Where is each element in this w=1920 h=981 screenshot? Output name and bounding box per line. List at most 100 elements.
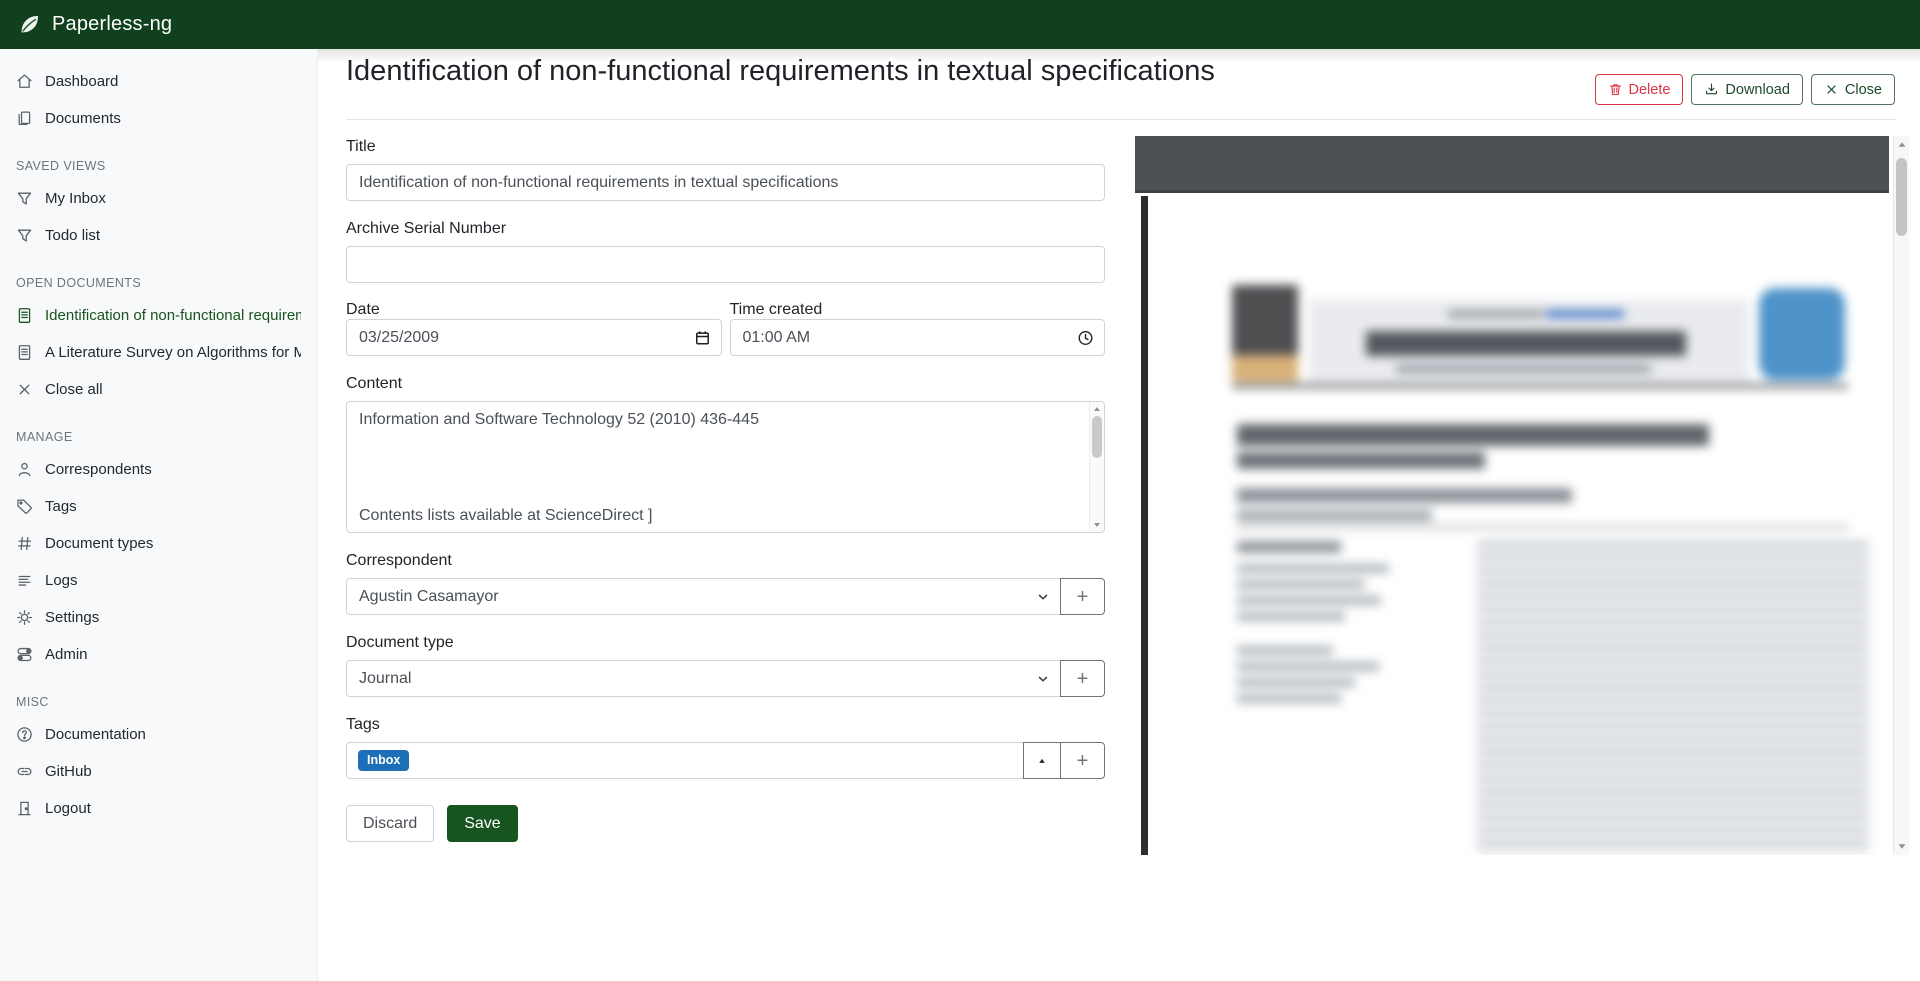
- download-button[interactable]: Download: [1691, 74, 1803, 105]
- delete-button[interactable]: Delete: [1595, 74, 1684, 105]
- question-icon: [16, 726, 33, 743]
- title-divider: [346, 119, 1896, 120]
- preview-page: [1141, 196, 1883, 855]
- sidebar-item-label: Identification of non-functional require…: [45, 307, 301, 324]
- sidebar-item-tags[interactable]: Tags: [0, 488, 317, 525]
- document-actions: Delete Download Close: [1595, 74, 1896, 105]
- sidebar-item-label: Tags: [45, 498, 77, 515]
- sidebar-item-label: Todo list: [45, 227, 100, 244]
- date-field-group: Date: [346, 301, 722, 356]
- sidebar-item-label: Dashboard: [45, 73, 118, 90]
- sidebar-item-correspondents[interactable]: Correspondents: [0, 451, 317, 488]
- scroll-up-icon[interactable]: [1897, 141, 1906, 148]
- sidebar-item-logout[interactable]: Logout: [0, 790, 317, 827]
- sidebar-item-todo-list[interactable]: Todo list: [0, 217, 317, 254]
- discard-button[interactable]: Discard: [346, 805, 434, 842]
- scroll-up-icon[interactable]: [1093, 406, 1101, 412]
- chevron-down-icon: [1036, 590, 1050, 604]
- content-textarea[interactable]: Information and Software Technology 52 (…: [346, 401, 1105, 533]
- tags-label: Tags: [346, 715, 1105, 734]
- sidebar-item-github[interactable]: GitHub: [0, 753, 317, 790]
- close-icon: [16, 381, 33, 398]
- tags-input[interactable]: Inbox: [346, 742, 1024, 779]
- sidebar-item-document-types[interactable]: Document types: [0, 525, 317, 562]
- time-field-group: Time created: [730, 301, 1106, 356]
- filter-icon: [16, 227, 33, 244]
- asn-input[interactable]: [346, 246, 1105, 283]
- content-label: Content: [346, 374, 1105, 393]
- document-edit-form: Title Archive Serial Number Date Time cr…: [346, 137, 1105, 842]
- page-title: Identification of non-functional require…: [346, 55, 1215, 88]
- calendar-icon[interactable]: [694, 329, 711, 346]
- sidebar-item-a-literature-survey-on-algorithms-for-mu[interactable]: A Literature Survey on Algorithms for Mu…: [0, 334, 317, 371]
- trash-icon: [1608, 82, 1623, 97]
- asn-label: Archive Serial Number: [346, 219, 1105, 238]
- document-type-field-group: Document type Journal +: [346, 633, 1105, 697]
- correspondent-select[interactable]: Agustin Casamayor: [346, 578, 1061, 615]
- sidebar-item-settings[interactable]: Settings: [0, 599, 317, 636]
- sidebar-item-label: Correspondents: [45, 461, 152, 478]
- sidebar-item-label: Document types: [45, 535, 153, 552]
- content-field-group: Content Information and Software Technol…: [346, 374, 1105, 533]
- sidebar-item-documentation[interactable]: Documentation: [0, 716, 317, 753]
- sidebar-item-documents[interactable]: Documents: [0, 100, 317, 137]
- home-icon: [16, 73, 33, 90]
- sidebar-item-label: Documents: [45, 110, 121, 127]
- scroll-down-icon[interactable]: [1897, 843, 1906, 850]
- content-scrollbar-thumb[interactable]: [1092, 416, 1102, 458]
- date-time-row: Date Time created: [346, 301, 1105, 356]
- preview-scrollbar-thumb[interactable]: [1896, 158, 1907, 236]
- app-brand: Paperless-ng: [0, 13, 318, 36]
- sidebar-section-manage: MANAGE: [16, 430, 301, 444]
- scroll-down-icon[interactable]: [1093, 522, 1101, 528]
- sidebar-item-logs[interactable]: Logs: [0, 562, 317, 599]
- tags-field-group: Tags Inbox +: [346, 715, 1105, 779]
- correspondent-label: Correspondent: [346, 551, 1105, 570]
- list-icon: [16, 572, 33, 589]
- sidebar-item-close-all[interactable]: Close all: [0, 371, 317, 408]
- filter-icon: [16, 190, 33, 207]
- link-icon: [16, 763, 33, 780]
- file-text-icon: [16, 307, 33, 324]
- sidebar-item-label: Admin: [45, 646, 88, 663]
- document-preview-pane: [1135, 136, 1909, 855]
- tag-badge-inbox: Inbox: [358, 750, 409, 771]
- sidebar-item-label: Documentation: [45, 726, 146, 743]
- toggles-icon: [16, 646, 33, 663]
- preview-toolbar: [1135, 136, 1889, 193]
- tags-collapse-button[interactable]: [1023, 742, 1061, 779]
- sidebar-item-my-inbox[interactable]: My Inbox: [0, 180, 317, 217]
- content-scrollbar[interactable]: [1089, 402, 1104, 532]
- form-buttons: Discard Save: [346, 805, 1105, 842]
- add-correspondent-button[interactable]: +: [1060, 578, 1105, 615]
- title-input[interactable]: [346, 164, 1105, 201]
- clock-icon[interactable]: [1077, 329, 1094, 346]
- sidebar-section-saved-views: SAVED VIEWS: [16, 159, 301, 173]
- asn-field-group: Archive Serial Number: [346, 219, 1105, 283]
- sidebar: Dashboard Documents SAVED VIEWS My Inbox Tod…: [0, 49, 318, 981]
- close-button[interactable]: Close: [1811, 74, 1895, 105]
- date-input[interactable]: [346, 319, 722, 356]
- document-type-select[interactable]: Journal: [346, 660, 1061, 697]
- door-icon: [16, 800, 33, 817]
- time-created-input[interactable]: [730, 319, 1106, 356]
- add-tag-button[interactable]: +: [1060, 742, 1105, 779]
- save-button[interactable]: Save: [447, 805, 517, 842]
- sidebar-item-label: Logs: [45, 572, 78, 589]
- person-icon: [16, 461, 33, 478]
- documents-icon: [16, 110, 33, 127]
- time-created-label: Time created: [730, 301, 823, 318]
- sidebar-item-label: Close all: [45, 381, 103, 398]
- sidebar-item-identification-of-non-functional-require[interactable]: Identification of non-functional require…: [0, 297, 317, 334]
- add-document-type-button[interactable]: +: [1060, 660, 1105, 697]
- preview-blurred-document: [1148, 196, 1883, 855]
- file-text-icon: [16, 344, 33, 361]
- date-label: Date: [346, 301, 380, 318]
- sidebar-item-admin[interactable]: Admin: [0, 636, 317, 673]
- sidebar-item-label: Settings: [45, 609, 99, 626]
- sidebar-item-dashboard[interactable]: Dashboard: [0, 63, 317, 100]
- preview-scrollbar[interactable]: [1893, 136, 1909, 855]
- hash-icon: [16, 535, 33, 552]
- leaf-icon: [18, 13, 41, 36]
- sidebar-item-label: My Inbox: [45, 190, 106, 207]
